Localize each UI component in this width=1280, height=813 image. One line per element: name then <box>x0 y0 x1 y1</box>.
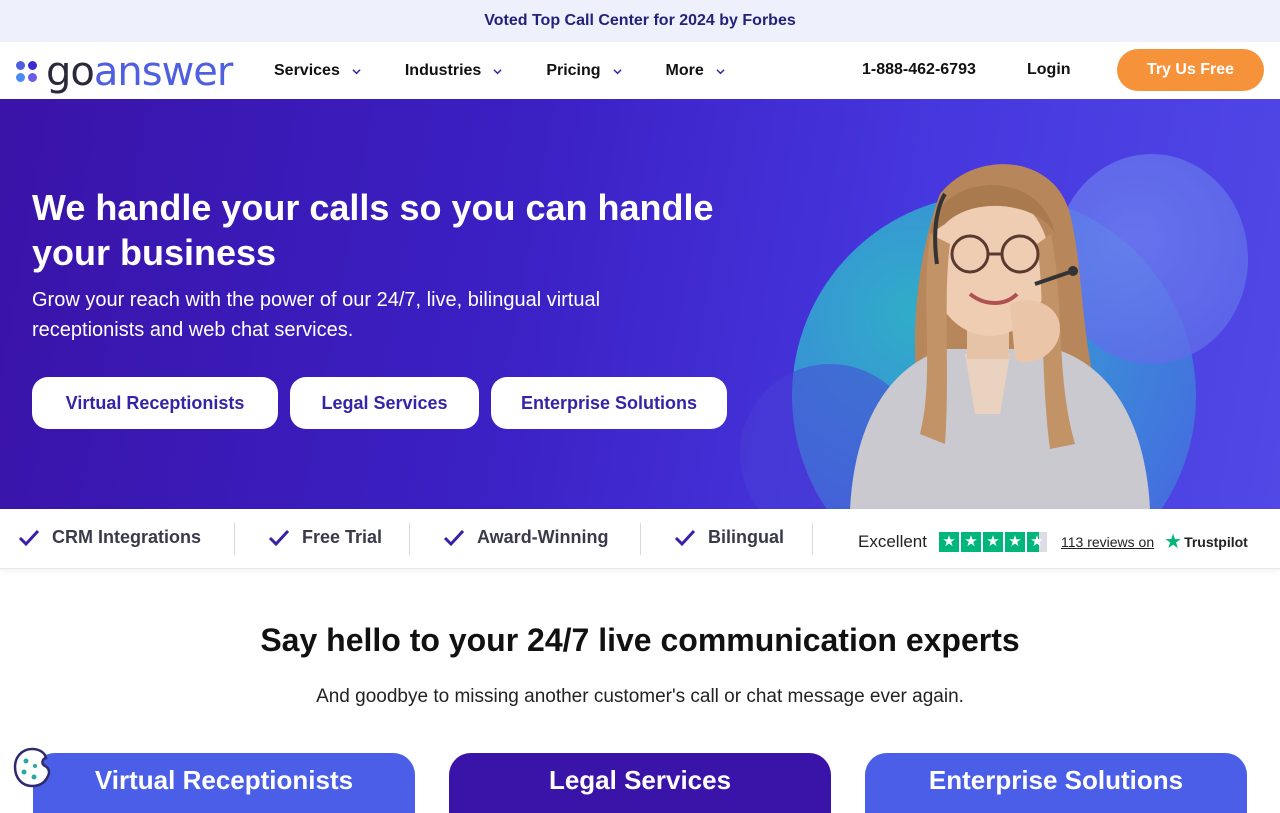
check-icon <box>268 529 290 546</box>
check-icon <box>443 529 465 546</box>
nav-industries-label: Industries <box>404 61 482 79</box>
nav-pricing-label: Pricing <box>546 61 601 79</box>
nav-pricing[interactable]: Pricing <box>546 61 622 80</box>
trustpilot-logo: ★ Trustpilot <box>1164 531 1248 553</box>
nav-services-label: Services <box>274 61 340 79</box>
star-half-icon: ★ <box>1026 531 1047 552</box>
star-icon: ★ <box>982 531 1003 552</box>
trustpilot-stars: ★ ★ ★ ★ ★ <box>938 531 1049 552</box>
feature-label: Bilingual <box>708 527 784 547</box>
trustpilot-reviews-link[interactable]: 113 reviews on <box>1061 534 1154 550</box>
section-subtitle: And goodbye to missing another customer'… <box>316 686 964 707</box>
star-icon: ★ <box>1004 531 1025 552</box>
announcement-text: Voted Top Call Center for 2024 by Forbes <box>484 12 796 29</box>
chevron-down-icon <box>716 69 725 75</box>
check-icon <box>674 529 696 546</box>
trustpilot-star-icon: ★ <box>1164 531 1183 553</box>
feature-bilingual: Bilingual <box>674 527 784 548</box>
feature-strip: CRM Integrations Free Trial Award-Winnin… <box>0 509 1280 569</box>
logo-dots-icon <box>16 61 38 83</box>
card-legal-services[interactable]: Legal Services <box>449 753 831 813</box>
nav-more-label: More <box>665 61 704 79</box>
section-title: Say hello to your 24/7 live communicatio… <box>260 622 1020 658</box>
card-virtual-receptionists[interactable]: Virtual Receptionists <box>33 753 415 813</box>
feature-label: CRM Integrations <box>52 527 202 547</box>
legal-services-button[interactable]: Legal Services <box>290 377 479 429</box>
enterprise-solutions-button[interactable]: Enterprise Solutions <box>491 377 727 429</box>
cookie-icon[interactable] <box>12 746 52 788</box>
hero-section: We handle your calls so you can handle y… <box>0 99 1280 509</box>
receptionist-photo <box>850 164 1150 509</box>
feature-crm-integrations: CRM Integrations <box>18 527 201 548</box>
feature-divider <box>640 523 641 555</box>
feature-free-trial: Free Trial <box>268 527 382 548</box>
feature-award-winning: Award-Winning <box>443 527 609 548</box>
announcement-bar: Voted Top Call Center for 2024 by Forbes <box>0 0 1280 42</box>
main-nav: Services Industries Pricing More <box>274 42 769 99</box>
nav-industries[interactable]: Industries <box>405 62 502 80</box>
card-enterprise-solutions[interactable]: Enterprise Solutions <box>865 753 1247 813</box>
goanswer-logo[interactable]: goanswer <box>16 49 233 95</box>
phone-link[interactable]: 1-888-462-6793 <box>862 61 976 79</box>
feature-divider <box>234 523 235 555</box>
virtual-receptionists-button[interactable]: Virtual Receptionists <box>32 377 278 429</box>
trustpilot-widget[interactable]: Excellent ★ ★ ★ ★ ★ 113 reviews on ★ Trus… <box>858 529 1248 554</box>
chevron-down-icon <box>612 69 622 75</box>
feature-label: Award-Winning <box>477 527 609 547</box>
feature-divider <box>812 523 813 555</box>
site-header: goanswer Services Industries Pricing Mor… <box>0 42 1280 99</box>
logo-wordmark: goanswer <box>46 49 233 95</box>
nav-more[interactable]: More <box>666 62 725 80</box>
try-us-free-button[interactable]: Try Us Free <box>1117 49 1264 91</box>
hero-subtitle: Grow your reach with the power of our 24… <box>32 289 601 341</box>
star-icon: ★ <box>938 531 959 552</box>
check-icon <box>18 529 40 546</box>
hero-title: We handle your calls so you can handle y… <box>32 187 714 273</box>
nav-services[interactable]: Services <box>274 62 361 80</box>
trustpilot-rating-word: Excellent <box>858 531 927 551</box>
feature-label: Free Trial <box>302 527 383 547</box>
login-link[interactable]: Login <box>1027 61 1071 79</box>
feature-divider <box>409 523 410 555</box>
chevron-down-icon <box>493 69 502 75</box>
star-icon: ★ <box>960 531 981 552</box>
chevron-down-icon <box>352 69 361 75</box>
